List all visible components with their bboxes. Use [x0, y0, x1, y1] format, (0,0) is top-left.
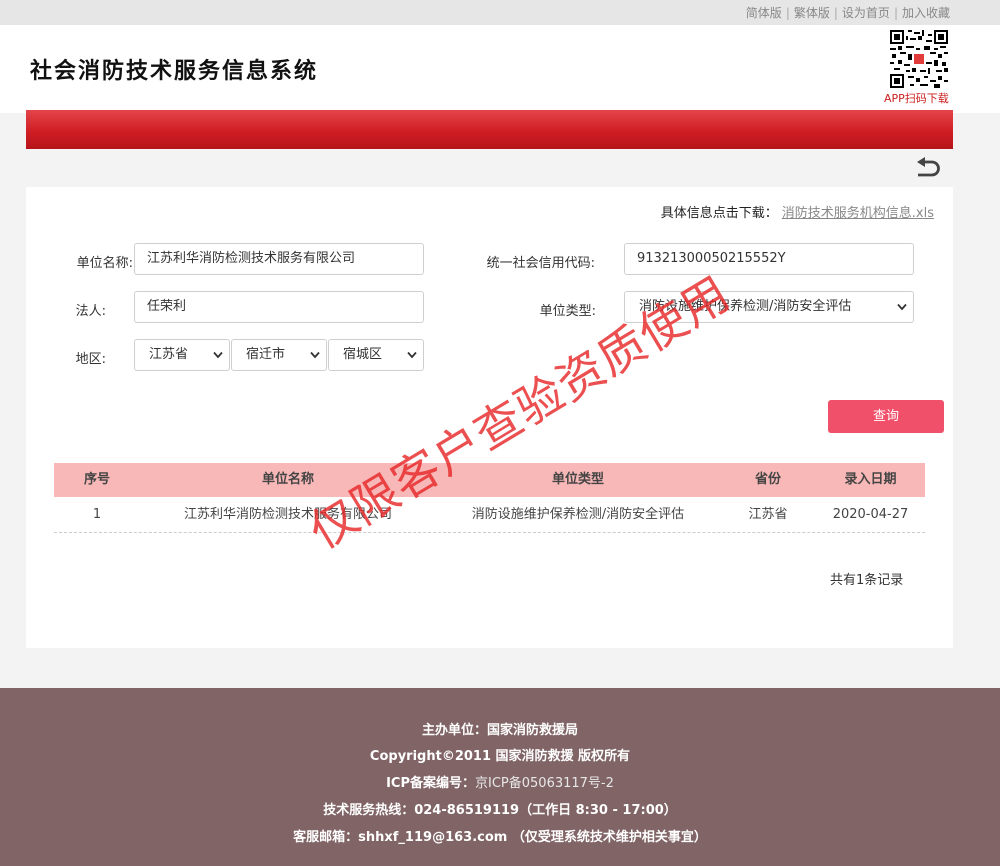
cell-province: 江苏省	[748, 507, 788, 522]
footer-email: 客服邮箱：shhxf_119@163.com （仅受理系统技术维护相关事宜）	[293, 830, 707, 845]
cell-unit-name[interactable]: 江苏利华消防检测技术服务有限公司	[140, 497, 436, 533]
unit-name-label: 单位名称:	[76, 256, 133, 271]
district-select[interactable]: 宿城区	[328, 339, 424, 371]
footer-icp-label: ICP备案编号：	[386, 776, 475, 791]
unit-name-input[interactable]: 江苏利华消防检测技术服务有限公司	[134, 243, 424, 275]
footer-copyright: Copyright©2011 国家消防救援 版权所有	[369, 749, 631, 764]
separator: |	[893, 6, 898, 20]
download-link[interactable]: 消防技术服务机构信息.xls	[782, 206, 934, 221]
red-banner	[26, 110, 953, 149]
unit-type-select[interactable]: 消防设施维护保养检测/消防安全评估	[624, 291, 914, 323]
footer-hotline: 技术服务热线：024-86519119（工作日 8:30 - 17:00）	[323, 803, 677, 818]
footer-host-value: 国家消防救援局	[487, 723, 579, 738]
cell-unit-type: 消防设施维护保养检测/消防安全评估	[471, 507, 685, 522]
legal-person-input[interactable]: 任荣利	[134, 291, 424, 323]
link-add-favorite[interactable]: 加入收藏	[902, 6, 950, 20]
credit-code-input[interactable]: 91321300050215552Y	[624, 243, 914, 275]
top-bar: 简体版 | 繁体版 | 设为首页 | 加入收藏	[0, 0, 1000, 25]
credit-code-label: 统一社会信用代码:	[486, 256, 595, 271]
header-index: 序号	[83, 472, 110, 487]
top-links: 简体版 | 繁体版 | 设为首页 | 加入收藏	[746, 4, 950, 21]
header-entry-date: 录入日期	[844, 472, 897, 487]
chevron-down-icon	[310, 351, 320, 359]
qr-caption: APP扫码下载	[884, 92, 949, 105]
header-unit-type: 单位类型	[551, 472, 604, 487]
footer: 主办单位：国家消防救援局 Copyright©2011 国家消防救援 版权所有 …	[0, 688, 1000, 866]
query-button[interactable]: 查询	[828, 400, 944, 433]
header-unit-name: 单位名称	[261, 472, 314, 487]
link-traditional[interactable]: 繁体版	[794, 6, 830, 20]
unit-type-label: 单位类型:	[539, 304, 596, 319]
footer-host-label: 主办单位：	[421, 723, 487, 738]
link-simplified[interactable]: 简体版	[746, 6, 782, 20]
cell-entry-date: 2020-04-27	[832, 507, 909, 522]
link-set-homepage[interactable]: 设为首页	[842, 6, 890, 20]
table-row[interactable]: 1 江苏利华消防检测技术服务有限公司 消防设施维护保养检测/消防安全评估 江苏省…	[54, 497, 925, 533]
province-value: 江苏省	[149, 347, 189, 362]
footer-icp: ICP备案编号：京ICP备05063117号-2	[0, 772, 1000, 791]
city-value: 宿迁市	[246, 347, 286, 362]
chevron-down-icon	[407, 351, 417, 359]
results-table: 序号 单位名称 单位类型 省份 录入日期 1 江苏利华消防检测技术服务有限公司 …	[54, 463, 925, 533]
province-select[interactable]: 江苏省	[134, 339, 230, 371]
chevron-down-icon	[213, 351, 223, 359]
unit-type-value: 消防设施维护保养检测/消防安全评估	[639, 299, 852, 314]
download-row: 具体信息点击下载： 消防技术服务机构信息.xls	[661, 202, 934, 221]
legal-person-label: 法人:	[75, 304, 106, 319]
region-label: 地区:	[75, 352, 106, 367]
table-header: 序号 单位名称 单位类型 省份 录入日期	[54, 463, 925, 497]
record-count: 共有1条记录	[830, 573, 904, 588]
qr-code-icon	[890, 30, 948, 88]
download-label: 具体信息点击下载：	[660, 206, 778, 221]
footer-icp-value[interactable]: 京ICP备05063117号-2	[475, 776, 614, 791]
site-title: 社会消防技术服务信息系统	[30, 58, 319, 84]
footer-host: 主办单位：国家消防救援局	[0, 719, 1000, 738]
chevron-down-icon	[897, 303, 907, 311]
header: 社会消防技术服务信息系统 APP扫码下载	[0, 25, 1000, 113]
header-province: 省份	[754, 472, 781, 487]
district-value: 宿城区	[343, 347, 383, 362]
search-panel: 具体信息点击下载： 消防技术服务机构信息.xls 单位名称: 江苏利华消防检测技术…	[26, 187, 953, 648]
city-select[interactable]: 宿迁市	[231, 339, 327, 371]
separator: |	[785, 6, 790, 20]
separator: |	[833, 6, 838, 20]
cell-index: 1	[92, 507, 102, 522]
back-arrow-icon[interactable]	[912, 155, 942, 181]
